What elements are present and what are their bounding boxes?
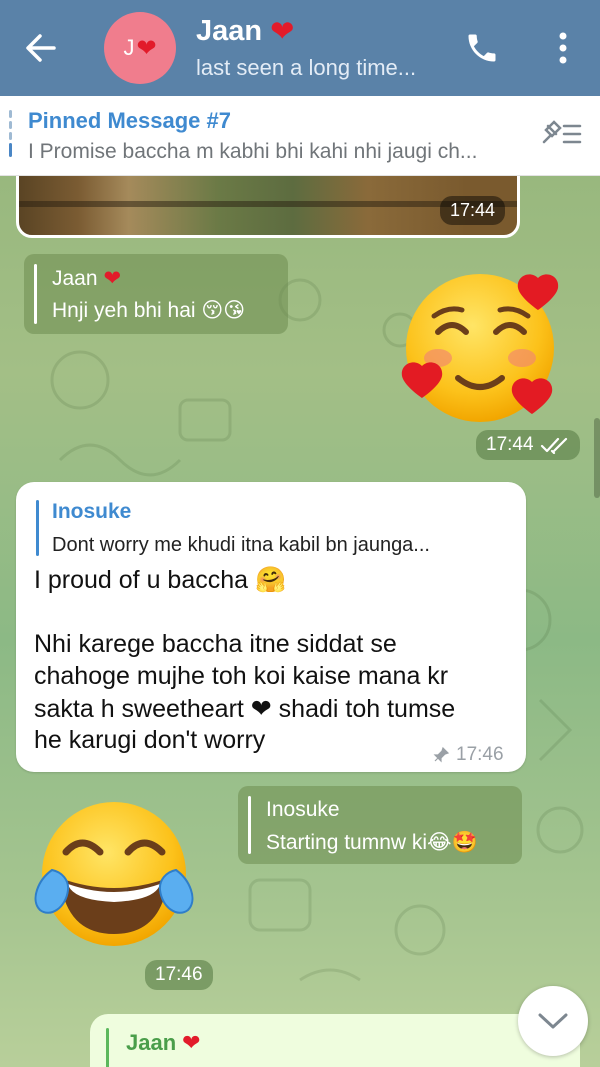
double-check-icon (540, 437, 567, 454)
smiling-face-with-hearts-icon (401, 274, 559, 422)
chevron-down-icon (538, 1013, 568, 1029)
message-line: sakta h sweetheart ❤ shadi toh tumse (34, 695, 456, 723)
pin-list-icon (542, 120, 582, 144)
reply-quote-bar (36, 500, 39, 556)
reply-quote-bar (248, 796, 251, 854)
scrollbar[interactable] (594, 418, 600, 498)
heart-icon: ❤ (270, 16, 295, 48)
smiling-face-with-hearts-sticker[interactable] (398, 270, 564, 430)
reply-quote-bar (106, 1028, 109, 1067)
avatar[interactable]: J ❤ (104, 12, 176, 84)
reply-sender-label: Jaan (126, 1030, 177, 1055)
sticker-time: 17:44 (476, 430, 580, 460)
chat-title-area[interactable]: Jaan ❤ last seen a long time... (196, 14, 416, 81)
avatar-initial: J (123, 35, 135, 60)
reply-message-jaan[interactable]: Jaan ❤ Hnji yeh bhi hai 😚😘 (24, 254, 288, 334)
reply-quote-bar (34, 264, 37, 324)
phone-icon (468, 34, 496, 62)
message-time: 17:44 (486, 434, 534, 455)
last-seen-status: last seen a long time... (196, 55, 417, 80)
avatar-heart: ❤ (136, 34, 157, 62)
message-time: 17:46 (155, 964, 203, 985)
message-line: he karugi don't worry (34, 726, 266, 754)
message-line: I proud of u baccha 🤗 (34, 566, 287, 594)
tears-of-joy-icon (34, 802, 194, 946)
call-button[interactable] (464, 30, 500, 66)
pinned-title: Pinned Message #7 (28, 108, 231, 133)
tears-of-joy-sticker[interactable] (32, 800, 196, 952)
pinned-position-indicator (9, 110, 12, 164)
message-meta: 17:46 (432, 744, 504, 766)
arrow-left-icon (26, 34, 56, 62)
chat-title: Jaan ❤ (196, 14, 416, 49)
message-time: 17:44 (439, 196, 505, 225)
reply-sender-name: Inosuke (52, 500, 132, 523)
reply-text: Dont worry me khudi itna kabil bn jaunga… (52, 534, 430, 556)
message-line: chahoge mujhe toh koi kaise mana kr (34, 662, 449, 690)
pinned-text: I Promise baccha m kabhi bhi kahi nhi ja… (28, 140, 478, 163)
heart-icon: ❤ (182, 1030, 201, 1055)
scroll-to-bottom-button[interactable] (518, 986, 588, 1056)
message-line: Nhi karege baccha itne siddat se (34, 630, 397, 658)
chat-header: J ❤ Jaan ❤ last seen a long time... (0, 0, 600, 96)
pinned-message-bar[interactable]: Pinned Message #7 I Promise baccha m kab… (0, 96, 600, 176)
more-vertical-icon (559, 32, 567, 64)
reply-sender-name: Inosuke (266, 798, 340, 821)
reply-sender-name: Jaan ❤ (52, 266, 121, 291)
message-time: 17:46 (456, 744, 504, 765)
back-button[interactable] (22, 30, 62, 66)
pin-icon (433, 746, 450, 763)
heart-icon: ❤ (103, 267, 122, 290)
reply-text: Hnji yeh bhi hai 😚😘 (52, 299, 246, 322)
reply-text: Starting tumnw ki😂🤩 (266, 831, 478, 854)
reply-message-inosuke[interactable]: Inosuke Starting tumnw ki😂🤩 (238, 786, 522, 864)
sticker-time: 17:46 (145, 960, 213, 990)
contact-name: Jaan (196, 15, 263, 47)
reply-sender-name: Jaan ❤ (126, 1030, 201, 1056)
reply-sender-label: Jaan (52, 266, 98, 290)
more-options-button[interactable] (546, 28, 580, 68)
pinned-list-button[interactable] (538, 116, 584, 152)
